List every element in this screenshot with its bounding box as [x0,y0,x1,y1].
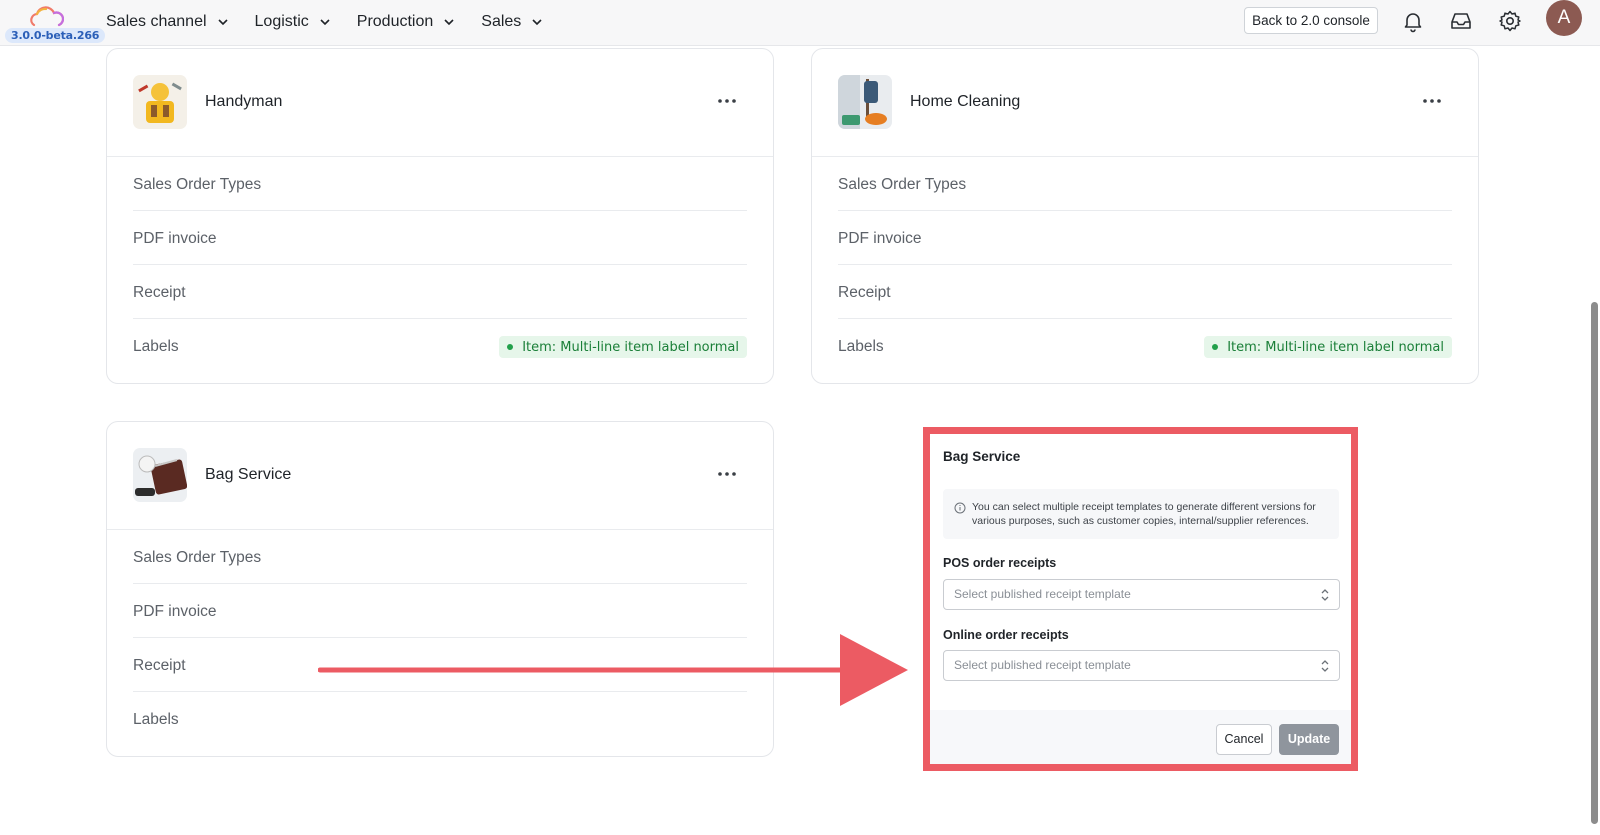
chevron-down-icon [444,19,454,26]
row-label: PDF invoice [133,229,217,247]
row-label: Labels [133,338,179,355]
nav-label: Sales channel [106,13,207,30]
card-title: Bag Service [205,466,292,483]
cancel-button[interactable]: Cancel [1216,724,1272,755]
chevron-updown-icon [1321,660,1329,672]
card-header: Home Cleaning [812,49,1478,157]
dialog-title: Bag Service [943,449,1021,464]
row-label: PDF invoice [133,602,217,620]
row-label: PDF invoice [838,229,922,247]
category-card-home-cleaning: Home Cleaning Sales Order Types PDF invo… [811,48,1479,384]
select-placeholder: Select published receipt template [954,587,1131,601]
row-sales-order-types[interactable]: Sales Order Types [133,157,747,211]
info-icon [954,502,966,514]
status-dot-icon [1212,344,1219,350]
avatar[interactable]: A [1546,0,1582,36]
gear-icon[interactable] [1498,9,1522,33]
home-cleaning-image [838,75,892,129]
nav-label: Production [356,13,434,30]
row-label: Receipt [133,656,186,674]
card-header: Handyman [107,49,773,157]
dialog-footer: Cancel Update [930,710,1351,764]
nav-production[interactable]: Production [357,13,456,31]
pos-receipts-label: POS order receipts [943,556,1057,570]
card-title: Home Cleaning [910,93,1021,110]
info-text: You can select multiple receipt template… [972,501,1316,527]
status-dot-icon [507,344,514,350]
nav-logistic[interactable]: Logistic [255,13,331,31]
card-rows: Sales Order Types PDF invoice Receipt La… [812,157,1478,373]
inbox-icon[interactable] [1449,9,1473,33]
top-bar: 3.0.0-beta.266 Sales channel Logistic Pr… [0,0,1600,46]
row-sales-order-types[interactable]: Sales Order Types [838,157,1452,211]
receipt-settings-dialog: Bag Service You can select multiple rece… [923,427,1358,771]
nav-sales-channel[interactable]: Sales channel [106,13,229,31]
row-label: Receipt [838,283,891,301]
card-title: Handyman [205,93,283,110]
online-receipts-label: Online order receipts [943,628,1069,642]
chevron-down-icon [532,19,542,26]
select-placeholder: Select published receipt template [954,658,1131,672]
version-badge: 3.0.0-beta.266 [5,28,106,43]
row-label: Sales Order Types [838,175,967,193]
pos-receipts-select[interactable]: Select published receipt template [943,579,1340,610]
row-pdf-invoice[interactable]: PDF invoice [133,211,747,265]
chevron-down-icon [217,19,228,26]
row-labels[interactable]: Labels Item: Multi-line item label norma… [133,319,747,373]
back-to-console-button[interactable]: Back to 2.0 console [1244,7,1378,34]
card-rows: Sales Order Types PDF invoice Receipt La… [107,157,773,373]
row-sales-order-types[interactable]: Sales Order Types [133,530,747,584]
bell-icon[interactable] [1401,9,1425,33]
nav-label: Logistic [254,13,309,30]
info-box: You can select multiple receipt template… [943,489,1339,539]
row-labels[interactable]: Labels Item: Multi-line item label norma… [838,319,1452,373]
row-label: Labels [133,711,179,728]
more-options-icon[interactable] [1422,91,1442,111]
nav-label: Sales [481,13,522,30]
chevron-down-icon [320,19,330,26]
card-header: Bag Service [107,422,773,530]
category-card-handyman: Handyman Sales Order Types PDF invoice R… [106,48,774,384]
label-tag: Item: Multi-line item label normal [499,336,747,358]
handyman-image [133,75,187,129]
row-receipt[interactable]: Receipt [838,265,1452,319]
more-options-icon[interactable] [717,464,737,484]
row-pdf-invoice[interactable]: PDF invoice [838,211,1452,265]
bag-service-image [133,448,187,502]
main-nav: Sales channel Logistic Production Sales [106,0,569,44]
more-options-icon[interactable] [717,91,737,111]
row-label: Labels [838,338,884,355]
update-button[interactable]: Update [1279,724,1339,755]
scrollbar-thumb[interactable] [1591,302,1598,824]
annotation-arrow-icon [318,634,908,706]
row-receipt[interactable]: Receipt [133,265,747,319]
row-label: Sales Order Types [133,548,262,566]
label-tag: Item: Multi-line item label normal [1204,336,1452,358]
tag-text: Item: Multi-line item label normal [522,339,739,355]
chevron-updown-icon [1321,589,1329,601]
row-label: Receipt [133,283,186,301]
online-receipts-select[interactable]: Select published receipt template [943,650,1340,681]
tag-text: Item: Multi-line item label normal [1227,339,1444,355]
row-label: Sales Order Types [133,175,262,193]
nav-sales[interactable]: Sales [481,13,543,31]
cloud-logo-icon[interactable] [28,6,64,28]
